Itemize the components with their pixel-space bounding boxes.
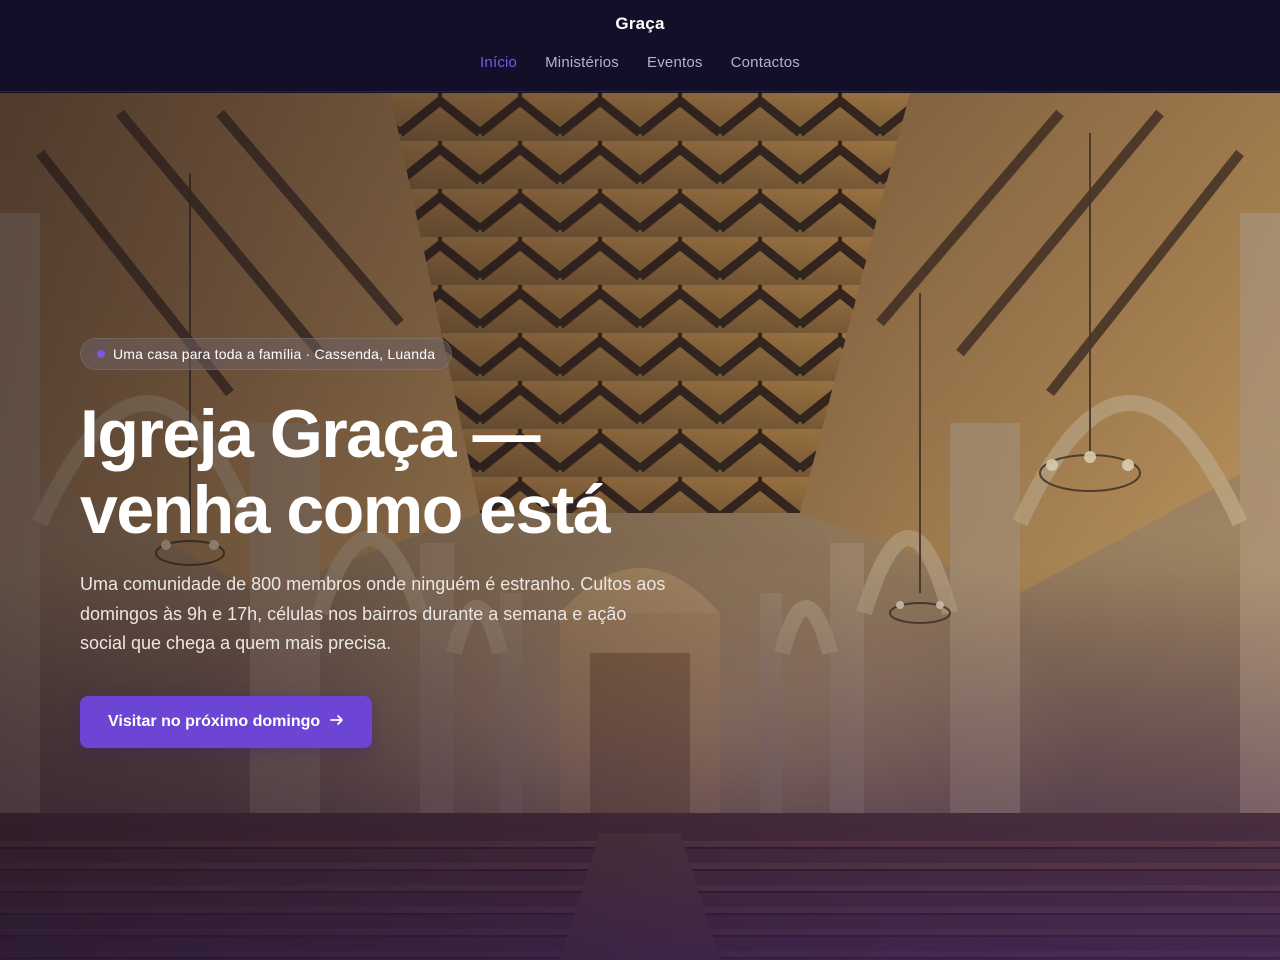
visit-next-sunday-button[interactable]: Visitar no próximo domingo (80, 695, 373, 748)
hero-section: Uma casa para toda a família · Cassenda,… (0, 93, 1280, 960)
nav-link-eventos[interactable]: Eventos (647, 54, 703, 71)
location-badge: Uma casa para toda a família · Cassenda,… (80, 338, 453, 370)
arrow-right-icon (330, 713, 344, 730)
nav-link-ministerios[interactable]: Ministérios (545, 54, 619, 71)
hero-content: Uma casa para toda a família · Cassenda,… (80, 338, 720, 748)
hero-headline: Igreja Graça — venha como está (80, 396, 720, 548)
location-badge-text: Uma casa para toda a família · Cassenda,… (113, 346, 436, 362)
site-header: Graça Início Ministérios Eventos Contact… (0, 0, 1280, 92)
cta-label: Visitar no próximo domingo (108, 712, 321, 730)
brand-logo[interactable]: Graça (0, 14, 1280, 34)
hero-description: Uma comunidade de 800 membros onde ningu… (80, 574, 666, 653)
main-nav: Início Ministérios Eventos Contactos (0, 54, 1280, 71)
hero-headline-line-2: venha como está (80, 472, 611, 548)
nav-link-contactos[interactable]: Contactos (731, 54, 800, 71)
hero-headline-line-1: Igreja Graça — (80, 396, 541, 472)
nav-link-inicio[interactable]: Início (480, 54, 517, 71)
dot-icon (97, 350, 105, 358)
